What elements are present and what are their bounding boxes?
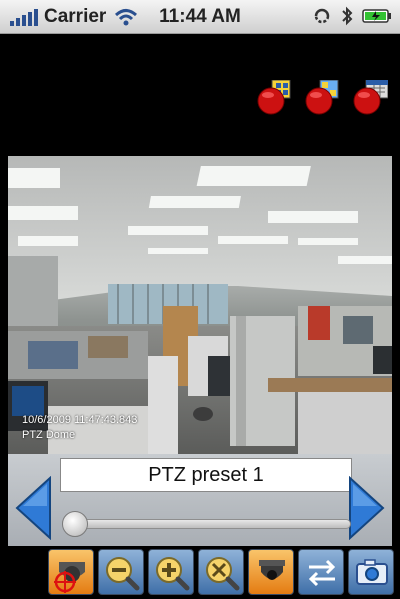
status-bar: Carrier 11:44 AM <box>0 0 400 34</box>
camera-toolbar <box>8 34 392 156</box>
speed-slider-knob[interactable] <box>62 511 88 537</box>
bottom-toolbar <box>8 546 394 599</box>
camera-video-feed[interactable]: 10/6/2009 11:47:43.843 PTZ Dome <box>8 156 392 454</box>
speed-slider-track[interactable] <box>66 519 351 529</box>
dome-camera-icon <box>259 560 285 580</box>
app-frame: Carrier 11:44 AM 10/6/2009 11:47:43.843 … <box>0 0 400 599</box>
video-timestamp: 10/6/2009 11:47:43.843 <box>22 414 138 426</box>
sync-icon <box>314 8 330 24</box>
dome-camera-button[interactable] <box>248 549 294 595</box>
camera-layout-icon-1[interactable] <box>256 80 292 116</box>
calendar-record-icon[interactable] <box>352 80 388 116</box>
zoom-in-button[interactable] <box>148 549 194 595</box>
office-scene <box>8 156 392 454</box>
snapshot-button[interactable] <box>348 549 394 595</box>
camera-name-label: PTZ Dome <box>22 429 76 441</box>
preset-label: PTZ preset 1 <box>60 458 352 492</box>
swap-icon <box>308 559 336 587</box>
battery-icon <box>362 9 391 23</box>
ptz-target-icon <box>54 562 85 593</box>
zoom-in-icon <box>156 557 190 591</box>
previous-preset-button[interactable] <box>14 476 54 540</box>
ptz-target-button[interactable] <box>48 549 94 595</box>
snapshot-icon <box>356 559 388 585</box>
bluetooth-icon <box>342 6 353 26</box>
camera-layout-icon-2[interactable] <box>304 80 340 116</box>
zoom-out-icon <box>106 557 140 591</box>
next-preset-button[interactable] <box>346 476 386 540</box>
focus-button[interactable] <box>198 549 244 595</box>
swap-button[interactable] <box>298 549 344 595</box>
ptz-control-panel: PTZ preset 1 <box>8 454 392 546</box>
focus-icon <box>206 557 240 591</box>
status-icons <box>312 6 392 26</box>
zoom-out-button[interactable] <box>98 549 144 595</box>
